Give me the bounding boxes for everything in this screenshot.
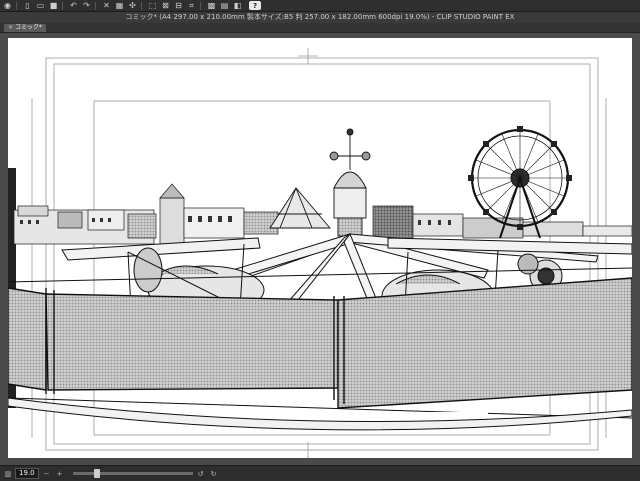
- invert-selection-icon[interactable]: ⊟: [173, 1, 184, 10]
- select-icon[interactable]: ⬚: [147, 1, 158, 10]
- open-icon[interactable]: ▭: [35, 1, 46, 10]
- window-title: コミック* (A4 297.00 x 210.00mm 製本サイズ:B5 判 2…: [0, 12, 640, 23]
- ground-base: [8, 397, 632, 431]
- grid-icon[interactable]: ▩: [206, 1, 217, 10]
- canvas-area[interactable]: [0, 33, 640, 465]
- zoom-slider-knob[interactable]: [94, 469, 101, 478]
- transform-icon[interactable]: ✣: [127, 1, 138, 10]
- status-bar: ▥ 19.0 − + ↺ ↻: [0, 465, 640, 481]
- tab-comic[interactable]: × コミック*: [4, 24, 47, 32]
- clear-icon[interactable]: ✕: [101, 1, 112, 10]
- document-tab-bar: × コミック*: [0, 23, 640, 33]
- zoom-in-icon[interactable]: +: [55, 469, 65, 478]
- zoom-slider[interactable]: [72, 469, 193, 478]
- navigator-icon[interactable]: ▥: [3, 469, 13, 478]
- new-icon[interactable]: ▯: [22, 1, 33, 10]
- toolbar-separator: [16, 1, 17, 10]
- toolbar-separator: [200, 1, 201, 10]
- rotate-left-icon[interactable]: ↺: [196, 469, 206, 478]
- manga-page-canvas[interactable]: [8, 38, 632, 458]
- fill-icon[interactable]: ▦: [114, 1, 125, 10]
- redo-icon[interactable]: ↷: [81, 1, 92, 10]
- zoom-out-icon[interactable]: −: [42, 469, 52, 478]
- undo-icon[interactable]: ↶: [68, 1, 79, 10]
- toolbar-separator: [95, 1, 96, 10]
- snap-icon[interactable]: ◧: [232, 1, 243, 10]
- command-bar: ◉ ▯ ▭ ■ ↶ ↷ ✕ ▦ ✣ ⬚ ⊠ ⊟ ⌗ ▩ ▤ ◧ ?: [0, 0, 640, 12]
- rotate-right-icon[interactable]: ↻: [209, 469, 219, 478]
- toolbar-separator: [62, 1, 63, 10]
- barrier-fence: [8, 267, 632, 419]
- menu-icon[interactable]: ◉: [2, 1, 13, 10]
- deselect-icon[interactable]: ⊠: [160, 1, 171, 10]
- help-button[interactable]: ?: [249, 1, 261, 10]
- zoom-field[interactable]: 19.0: [15, 468, 39, 479]
- crop-icon[interactable]: ⌗: [186, 1, 197, 10]
- toolbar-separator: [141, 1, 142, 10]
- close-icon[interactable]: ×: [8, 24, 13, 32]
- tab-label: コミック*: [15, 24, 43, 31]
- carousel-top: [269, 128, 371, 237]
- save-icon[interactable]: ■: [48, 1, 59, 10]
- ruler-icon[interactable]: ▤: [219, 1, 230, 10]
